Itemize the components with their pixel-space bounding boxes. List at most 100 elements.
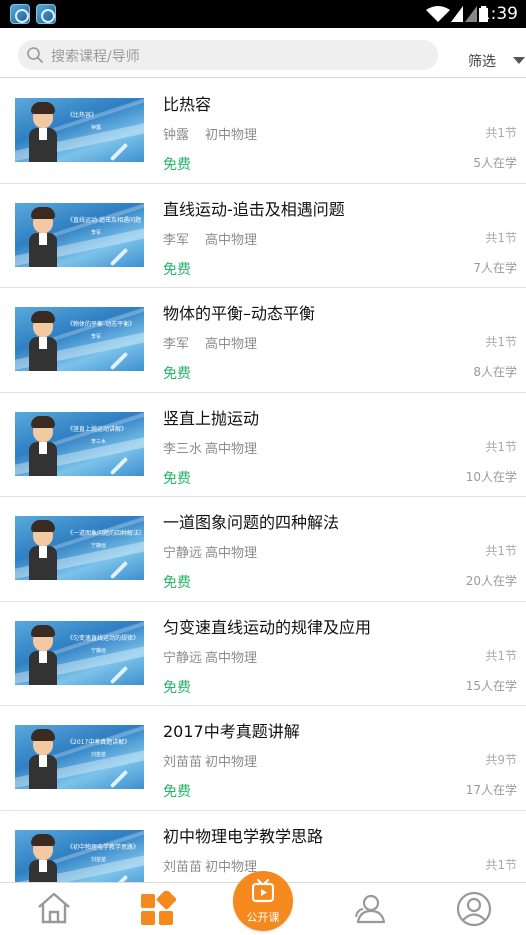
thumbnail-title: 《2017中考真题讲解》: [67, 739, 131, 746]
nav-home[interactable]: [18, 883, 88, 935]
search-input[interactable]: 搜索课程/导师: [18, 40, 438, 70]
course-price: 免费: [163, 261, 191, 278]
nav-profile[interactable]: [437, 883, 507, 935]
pen-icon: [109, 769, 129, 789]
pen-icon: [109, 456, 129, 475]
app-notification-icon: [36, 4, 56, 24]
course-thumbnail[interactable]: 《初中物理电学教学思路》 刘苗苗: [15, 829, 144, 882]
tv-play-icon: [252, 879, 274, 903]
course-title[interactable]: 一道图象问题的四种解法: [163, 509, 339, 533]
course-thumbnail[interactable]: 《直线运动-追击及相遇问题》 李军: [15, 202, 144, 267]
category-grid-icon: [141, 891, 176, 925]
course-section-count: 共1节: [485, 230, 517, 245]
thumbnail-title: 《物体的平衡-动态平衡》: [67, 321, 136, 328]
nav-contacts[interactable]: [334, 883, 404, 935]
teacher-avatar-illustration: [25, 729, 61, 789]
course-learner-count: 20人在学: [465, 574, 517, 588]
course-section-count: 共1节: [485, 335, 517, 349]
thumbnail-title: 《竖直上抛运动讲解》: [67, 425, 128, 433]
course-title[interactable]: 匀变速直线运动的规律及应用: [163, 614, 371, 638]
course-title[interactable]: 竖直上抛运动: [163, 405, 259, 429]
thumbnail-title: 《一道图象问题的四种解法》: [67, 530, 141, 537]
course-thumbnail[interactable]: 《物体的平衡-动态平衡》 李军: [15, 307, 144, 371]
bottom-nav: 公开课: [0, 871, 526, 935]
course-teacher: 刘苗苗: [163, 755, 203, 770]
course-price: 免费: [163, 470, 191, 487]
thumbnail-teacher: 刘苗苗: [91, 856, 107, 863]
course-thumbnail[interactable]: 《比热容》 钟露: [15, 98, 144, 162]
app-notification-icon: [10, 4, 30, 24]
signal-icon: [451, 6, 463, 22]
course-title[interactable]: 物体的平衡–动态平衡: [163, 300, 315, 324]
pen-icon: [109, 560, 129, 580]
pen-icon: [109, 665, 129, 684]
signal-icon: [465, 6, 477, 22]
teacher-avatar-illustration: [25, 415, 61, 476]
course-subject: 高中物理: [205, 441, 258, 457]
thumbnail-teacher: 宁静远: [91, 647, 107, 654]
course-teacher: 宁静远: [163, 650, 203, 666]
thumbnail-title: 《比热容》: [67, 112, 98, 119]
open-class-button[interactable]: 公开课: [233, 871, 293, 931]
course-subject: 高中物理: [205, 650, 258, 666]
status-bar: 1:39: [0, 0, 526, 28]
course-subject: 初中物理: [205, 755, 258, 770]
course-section-count: 共1节: [485, 126, 517, 140]
teacher-avatar-illustration: [25, 206, 61, 267]
clock: 1:39: [479, 4, 518, 24]
course-learner-count: 5人在学: [473, 156, 517, 170]
pen-icon: [109, 247, 129, 266]
thumbnail-teacher: 李军: [91, 229, 102, 236]
open-class-label: 公开课: [246, 911, 280, 924]
course-section-count: 共1节: [485, 857, 517, 872]
nav-category[interactable]: [122, 883, 192, 935]
filter-button[interactable]: 筛选: [468, 51, 496, 71]
course-thumbnail[interactable]: 《一道图象问题的四种解法》 宁静远: [15, 516, 144, 580]
teacher-avatar-illustration: [25, 833, 61, 882]
course-list-item[interactable]: 《匀变速直线运动的规律》 宁静远 匀变速直线运动的规律及应用 宁静远 高中物理 …: [0, 602, 526, 706]
course-section-count: 共1节: [485, 439, 517, 454]
course-thumbnail[interactable]: 《匀变速直线运动的规律》 宁静远: [15, 620, 144, 685]
course-subject: 初中物理: [205, 128, 258, 143]
teacher-avatar-illustration: [25, 311, 61, 371]
course-section-count: 共9节: [485, 753, 517, 767]
course-thumbnail[interactable]: 《2017中考真题讲解》 刘苗苗: [15, 725, 144, 789]
course-teacher: 李三水: [163, 441, 203, 457]
course-list-item[interactable]: 《竖直上抛运动讲解》 李三水 竖直上抛运动 李三水 高中物理 共1节 免费 10…: [0, 393, 526, 497]
course-learner-count: 15人在学: [465, 678, 517, 693]
course-title[interactable]: 比热容: [163, 91, 211, 115]
course-thumbnail[interactable]: 《竖直上抛运动讲解》 李三水: [15, 411, 144, 476]
pen-icon: [109, 351, 129, 371]
course-section-count: 共1节: [485, 544, 517, 558]
search-icon: [27, 47, 43, 63]
course-list-item[interactable]: 《直线运动-追击及相遇问题》 李军 直线运动-追击及相遇问题 李军 高中物理 共…: [0, 184, 526, 288]
thumbnail-teacher: 钟露: [91, 125, 102, 131]
thumbnail-teacher: 李三水: [91, 438, 107, 445]
course-teacher: 钟露: [163, 128, 190, 143]
course-price: 免费: [163, 366, 191, 382]
wifi-icon: [426, 6, 450, 22]
course-price: 免费: [163, 575, 191, 591]
course-title[interactable]: 直线运动-追击及相遇问题: [163, 196, 345, 220]
course-learner-count: 7人在学: [473, 260, 517, 275]
pen-icon: [109, 874, 129, 882]
thumbnail-teacher: 李军: [91, 334, 102, 340]
course-title[interactable]: 初中物理电学教学思路: [163, 823, 323, 847]
thumbnail-title: 《初中物理电学教学思路》: [67, 843, 140, 851]
course-list: 《比热容》 钟露 比热容 钟露 初中物理 共1节 免费 5人在学 《直线运动-追…: [0, 79, 526, 882]
course-list-item[interactable]: 《2017中考真题讲解》 刘苗苗 2017中考真题讲解 刘苗苗 初中物理 共9节…: [0, 706, 526, 811]
course-subject: 高中物理: [205, 337, 258, 352]
course-list-item[interactable]: 《物体的平衡-动态平衡》 李军 物体的平衡–动态平衡 李军 高中物理 共1节 免…: [0, 288, 526, 393]
chevron-down-icon[interactable]: [513, 57, 525, 64]
course-list-item[interactable]: 《一道图象问题的四种解法》 宁静远 一道图象问题的四种解法 宁静远 高中物理 共…: [0, 497, 526, 602]
course-teacher: 刘苗苗: [163, 859, 203, 875]
course-title[interactable]: 2017中考真题讲解: [163, 718, 300, 742]
course-subject: 高中物理: [205, 546, 258, 561]
course-teacher: 宁静远: [163, 546, 203, 561]
course-list-item[interactable]: 《比热容》 钟露 比热容 钟露 初中物理 共1节 免费 5人在学: [0, 79, 526, 184]
teacher-avatar-illustration: [25, 520, 61, 580]
contacts-icon: [355, 894, 386, 924]
pen-icon: [109, 142, 129, 162]
course-teacher: 李军: [163, 337, 190, 352]
course-price: 免费: [163, 679, 191, 696]
